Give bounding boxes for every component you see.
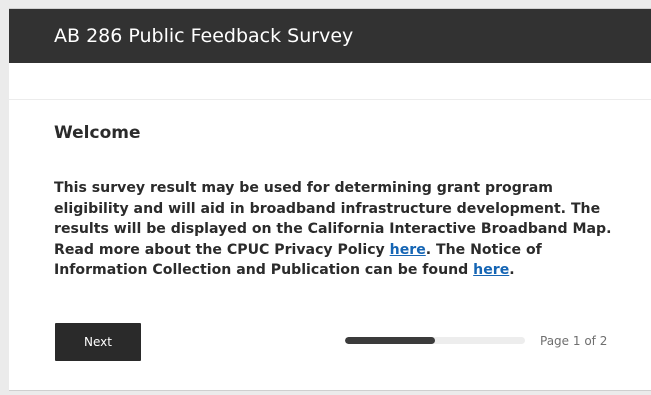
progress-bar: [345, 337, 525, 344]
intro-text-part3: .: [509, 262, 515, 279]
header-divider: [9, 99, 651, 100]
next-button[interactable]: Next: [55, 323, 141, 361]
page-indicator: Page 1 of 2: [540, 334, 608, 348]
survey-header: AB 286 Public Feedback Survey: [9, 9, 651, 63]
survey-title: AB 286 Public Feedback Survey: [54, 25, 354, 47]
intro-paragraph: This survey result may be used for deter…: [54, 178, 629, 281]
privacy-policy-link[interactable]: here: [390, 242, 426, 258]
section-heading: Welcome: [54, 123, 141, 143]
notice-of-information-link[interactable]: here: [473, 262, 509, 278]
survey-window: AB 286 Public Feedback Survey Welcome Th…: [9, 8, 651, 391]
progress-bar-fill: [345, 337, 435, 344]
